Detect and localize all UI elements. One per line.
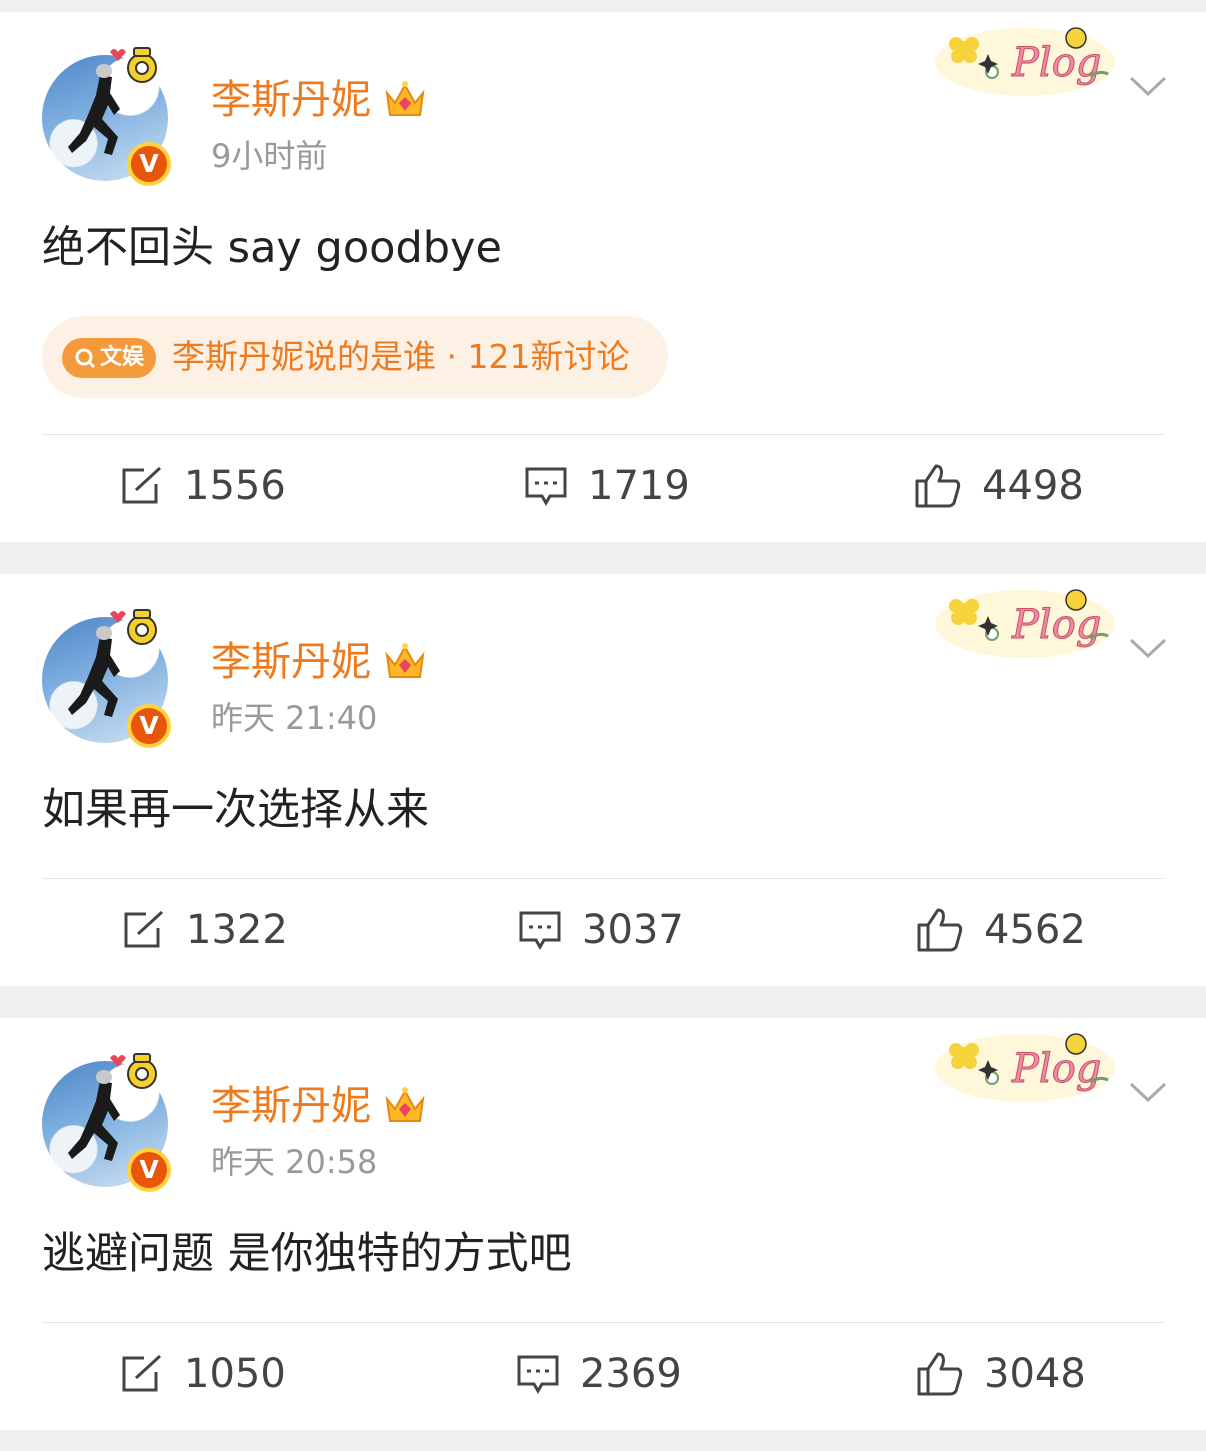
like-icon [917,908,963,952]
topic-tag: 文娱 [62,338,157,378]
divider [42,878,1164,879]
svg-text:Plog: Plog [1011,602,1101,648]
divider [42,1322,1164,1323]
author-name[interactable]: 李斯丹妮 [211,70,371,130]
avatar-pendant-icon [110,1053,157,1089]
like-button[interactable]: 3048 [916,1344,1086,1404]
comment-icon [517,1355,559,1394]
comment-count: 1719 [588,463,690,509]
post-card[interactable]: V 李斯丹妮 昨天 20:58 Plog 逃避问题 是你独特的方式吧 1050 … [0,1018,1206,1430]
topic-tag-label: 文娱 [100,345,145,370]
like-count: 4562 [984,907,1086,953]
like-count: 3048 [984,1351,1086,1397]
post-card[interactable]: V 李斯丹妮 9小时前 Plog 绝不回头 say goodbye 文娱 李斯丹… [0,12,1206,542]
like-count: 4498 [982,463,1084,509]
crown-icon [385,81,425,116]
repost-button[interactable]: 1050 [120,1344,286,1404]
verified-badge-icon: V [127,1148,171,1192]
comment-icon [525,467,567,506]
avatar-pendant-icon [110,47,157,83]
chevron-down-icon[interactable] [1128,634,1168,662]
author-name[interactable]: 李斯丹妮 [211,1076,371,1136]
like-button[interactable]: 4498 [914,456,1084,516]
svg-text:Plog: Plog [1011,1046,1101,1092]
post-time: 昨天 21:40 [211,699,378,737]
verified-badge-icon: V [127,142,171,186]
verified-badge-icon: V [127,704,171,748]
comment-count: 2369 [580,1351,682,1397]
repost-button[interactable]: 1556 [120,456,286,516]
comment-button[interactable]: 1719 [524,456,690,516]
post-text: 逃避问题 是你独特的方式吧 [42,1229,572,1279]
repost-count: 1322 [186,907,288,953]
comment-count: 3037 [582,907,684,953]
crown-icon [385,643,425,678]
crown-icon [385,1087,425,1122]
post-text: 如果再一次选择从来 [42,785,429,835]
repost-icon [122,1354,162,1392]
comment-button[interactable]: 3037 [518,900,684,960]
plog-decoration-icon: Plog [935,1033,1115,1102]
topic-link[interactable]: 文娱 李斯丹妮说的是谁 · 121新讨论 [42,316,668,398]
avatar-pendant-icon [110,609,157,645]
repost-button[interactable]: 1322 [122,900,288,960]
repost-count: 1556 [184,463,286,509]
post-time: 9小时前 [211,137,328,175]
like-icon [917,1352,963,1396]
topic-text: 李斯丹妮说的是谁 · 121新讨论 [172,337,630,376]
author-name[interactable]: 李斯丹妮 [211,632,371,692]
chevron-down-icon[interactable] [1128,72,1168,100]
comment-icon [519,911,561,950]
repost-icon [122,466,162,504]
divider [42,434,1164,435]
repost-count: 1050 [184,1351,286,1397]
plog-decoration-icon: Plog [935,589,1115,658]
svg-text:Plog: Plog [1011,40,1101,86]
post-card[interactable]: V 李斯丹妮 昨天 21:40 Plog 如果再一次选择从来 1322 3037 [0,574,1206,986]
chevron-down-icon[interactable] [1128,1078,1168,1106]
post-text: 绝不回头 say goodbye [42,223,502,273]
plog-decoration-icon: Plog [935,27,1115,96]
search-icon [75,348,96,369]
post-time: 昨天 20:58 [211,1143,378,1181]
like-icon [915,464,961,508]
like-button[interactable]: 4562 [916,900,1086,960]
comment-button[interactable]: 2369 [516,1344,682,1404]
repost-icon [124,910,164,948]
